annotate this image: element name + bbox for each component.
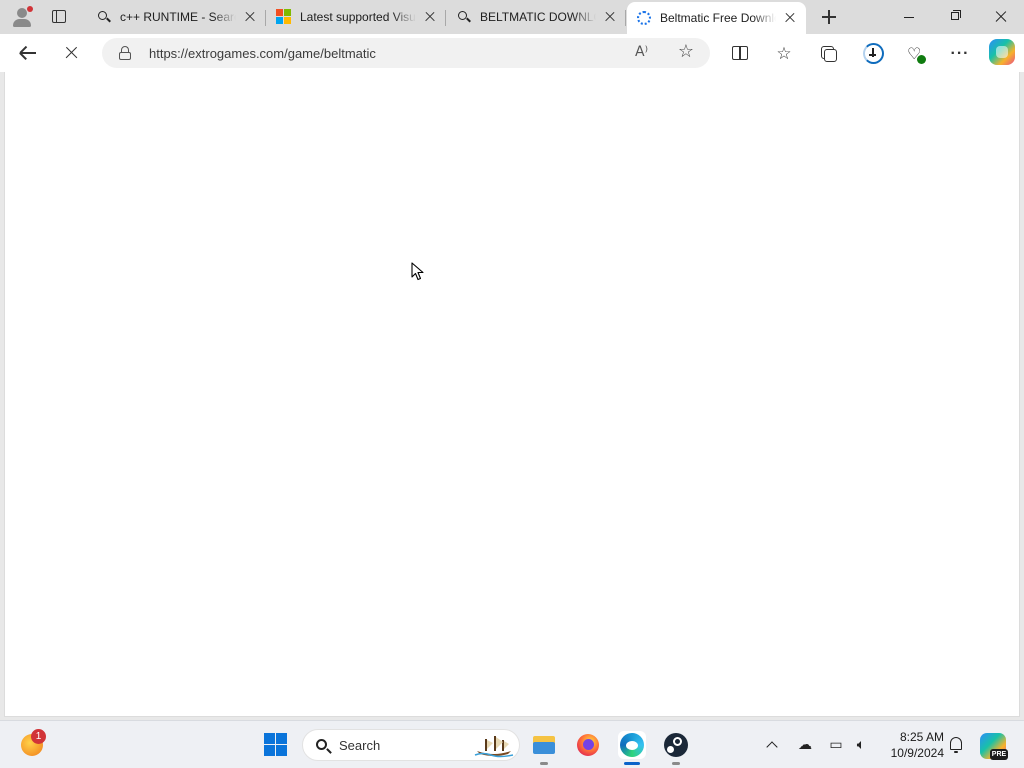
profile-icon[interactable]: [10, 5, 34, 29]
favorites-icon[interactable]: ☆: [773, 43, 795, 65]
restore-button[interactable]: [932, 0, 978, 34]
steam-icon[interactable]: [662, 731, 690, 765]
stop-loading-button[interactable]: [57, 39, 85, 67]
collections-icon[interactable]: [817, 43, 839, 65]
settings-more-icon[interactable]: ···: [949, 43, 971, 65]
close-tab-icon[interactable]: [420, 7, 440, 27]
windows-taskbar: 1 Search ☁ ▭ 🔈︎ 8:25 AM 10/9/2024 PRE: [0, 720, 1024, 768]
tab-strip: c++ RUNTIME - Search Latest supported Vi…: [0, 0, 1024, 34]
loading-spinner-icon: [636, 10, 652, 26]
tab-title: BELTMATIC DOWNLOAD: [480, 10, 596, 24]
address-bar[interactable]: https://extrogames.com/game/beltmatic A⁾…: [102, 38, 710, 68]
microsoft-logo-icon: [276, 9, 292, 25]
search-icon: [456, 9, 472, 25]
edge-icon[interactable]: [618, 731, 646, 765]
tab-cpp-runtime-search[interactable]: c++ RUNTIME - Search: [87, 2, 266, 32]
volume-icon[interactable]: 🔈︎: [851, 735, 871, 755]
taskbar-search-box[interactable]: Search: [302, 729, 520, 761]
minimize-button[interactable]: [886, 0, 932, 34]
clock-time: 8:25 AM: [899, 730, 944, 744]
copilot-preview-icon[interactable]: PRE: [980, 733, 1008, 760]
clock-date: 10/9/2024: [890, 746, 944, 760]
search-icon: [315, 738, 332, 754]
search-highlight-ship-icon: [474, 736, 514, 758]
file-explorer-icon[interactable]: [530, 731, 558, 765]
system-clock[interactable]: 8:25 AM 10/9/2024: [880, 729, 944, 761]
page-content: [4, 72, 1020, 717]
new-tab-button[interactable]: [818, 6, 840, 28]
read-aloud-icon[interactable]: A⁾: [635, 44, 655, 62]
network-icon[interactable]: ▭: [826, 735, 846, 755]
close-window-button[interactable]: [978, 0, 1024, 34]
onedrive-offline-icon[interactable]: ☁: [795, 735, 815, 755]
start-button[interactable]: [264, 733, 288, 757]
tab-title: Beltmatic Free Download: [660, 11, 776, 25]
browser-toolbar: https://extrogames.com/game/beltmatic A⁾…: [0, 34, 1024, 72]
close-tab-icon[interactable]: [240, 7, 260, 27]
show-hidden-icons-chevron-icon[interactable]: [762, 735, 782, 755]
firefox-icon[interactable]: [574, 731, 602, 759]
tab-beltmatic-download[interactable]: BELTMATIC DOWNLOAD: [447, 2, 626, 32]
search-icon: [96, 9, 112, 25]
tab-title: c++ RUNTIME - Search: [120, 10, 236, 24]
split-screen-icon[interactable]: [729, 43, 751, 65]
tab-actions-icon[interactable]: [49, 7, 69, 27]
lock-icon[interactable]: [118, 46, 132, 60]
back-button[interactable]: [14, 39, 42, 67]
tab-beltmatic-free-download[interactable]: Beltmatic Free Download: [627, 2, 806, 34]
browser-essentials-icon[interactable]: ♡: [905, 43, 927, 65]
search-label: Search: [339, 738, 381, 753]
url-text[interactable]: https://extrogames.com/game/beltmatic: [149, 46, 376, 61]
tab-title: Latest supported Visual C++ Redistributa…: [300, 10, 416, 24]
add-favorite-star-icon[interactable]: ☆: [676, 42, 696, 62]
close-tab-icon[interactable]: [600, 7, 620, 27]
notification-badge: 1: [31, 729, 46, 744]
notification-bell-icon[interactable]: [946, 734, 966, 756]
downloads-icon[interactable]: [862, 43, 884, 65]
copilot-badge: PRE: [990, 749, 1008, 760]
copilot-icon[interactable]: [989, 39, 1015, 65]
mouse-cursor-icon: [411, 262, 424, 281]
tab-visual-cpp-redistributable[interactable]: Latest supported Visual C++ Redistributa…: [267, 2, 446, 32]
close-tab-icon[interactable]: [780, 8, 800, 28]
